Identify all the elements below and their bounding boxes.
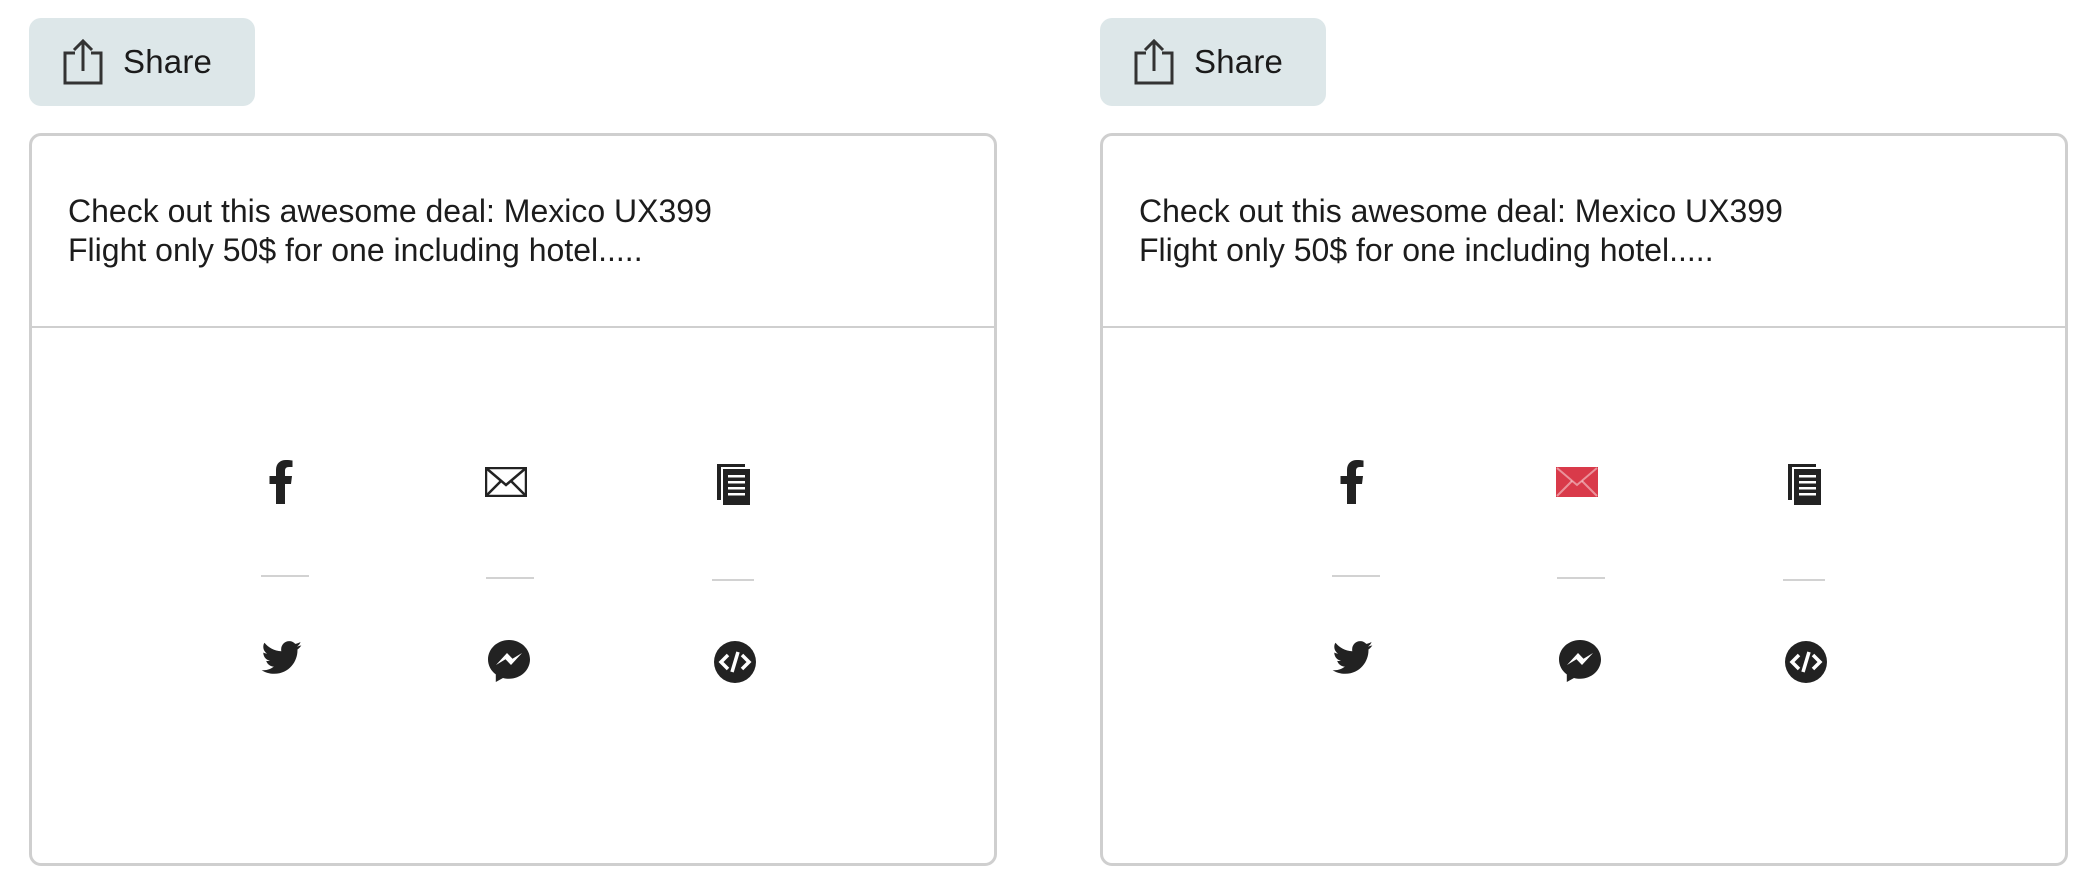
facebook-icon[interactable]: [269, 460, 293, 504]
share-message-line-2: Flight only 50$ for one including hotel.…: [68, 232, 643, 268]
share-icon: [1132, 38, 1176, 85]
share-message-box[interactable]: Check out this awesome deal: Mexico UX39…: [1103, 136, 2065, 328]
messenger-icon[interactable]: [487, 639, 531, 683]
facebook-icon[interactable]: [1340, 460, 1364, 504]
share-button-label: Share: [1194, 43, 1284, 80]
share-card: Check out this awesome deal: Mexico UX39…: [1100, 133, 2068, 866]
share-button[interactable]: Share: [29, 18, 255, 106]
copy-icon[interactable]: [1787, 463, 1823, 507]
email-icon-active[interactable]: [1556, 467, 1598, 497]
copy-divider: [1783, 579, 1825, 581]
email-divider: [486, 577, 534, 579]
share-button[interactable]: Share: [1100, 18, 1326, 106]
share-card: Check out this awesome deal: Mexico UX39…: [29, 133, 997, 866]
email-icon[interactable]: [485, 467, 527, 497]
twitter-icon[interactable]: [1332, 641, 1374, 675]
facebook-divider: [1332, 575, 1380, 577]
messenger-icon[interactable]: [1558, 639, 1602, 683]
share-message-line-2: Flight only 50$ for one including hotel.…: [1139, 232, 1714, 268]
copy-divider: [712, 579, 754, 581]
copy-icon[interactable]: [716, 463, 752, 507]
facebook-divider: [261, 575, 309, 577]
embed-icon[interactable]: [713, 640, 757, 684]
share-message-line-1: Check out this awesome deal: Mexico UX39…: [68, 193, 712, 229]
share-panel-default: Share Check out this awesome deal: Mexic…: [29, 0, 997, 886]
share-button-label: Share: [123, 43, 213, 80]
twitter-icon[interactable]: [261, 641, 303, 675]
share-icon: [61, 38, 105, 85]
share-panel-email-hover: Share Check out this awesome deal: Mexic…: [1100, 0, 2068, 886]
share-message-line-1: Check out this awesome deal: Mexico UX39…: [1139, 193, 1783, 229]
email-divider: [1557, 577, 1605, 579]
embed-icon[interactable]: [1784, 640, 1828, 684]
share-message-box[interactable]: Check out this awesome deal: Mexico UX39…: [32, 136, 994, 328]
